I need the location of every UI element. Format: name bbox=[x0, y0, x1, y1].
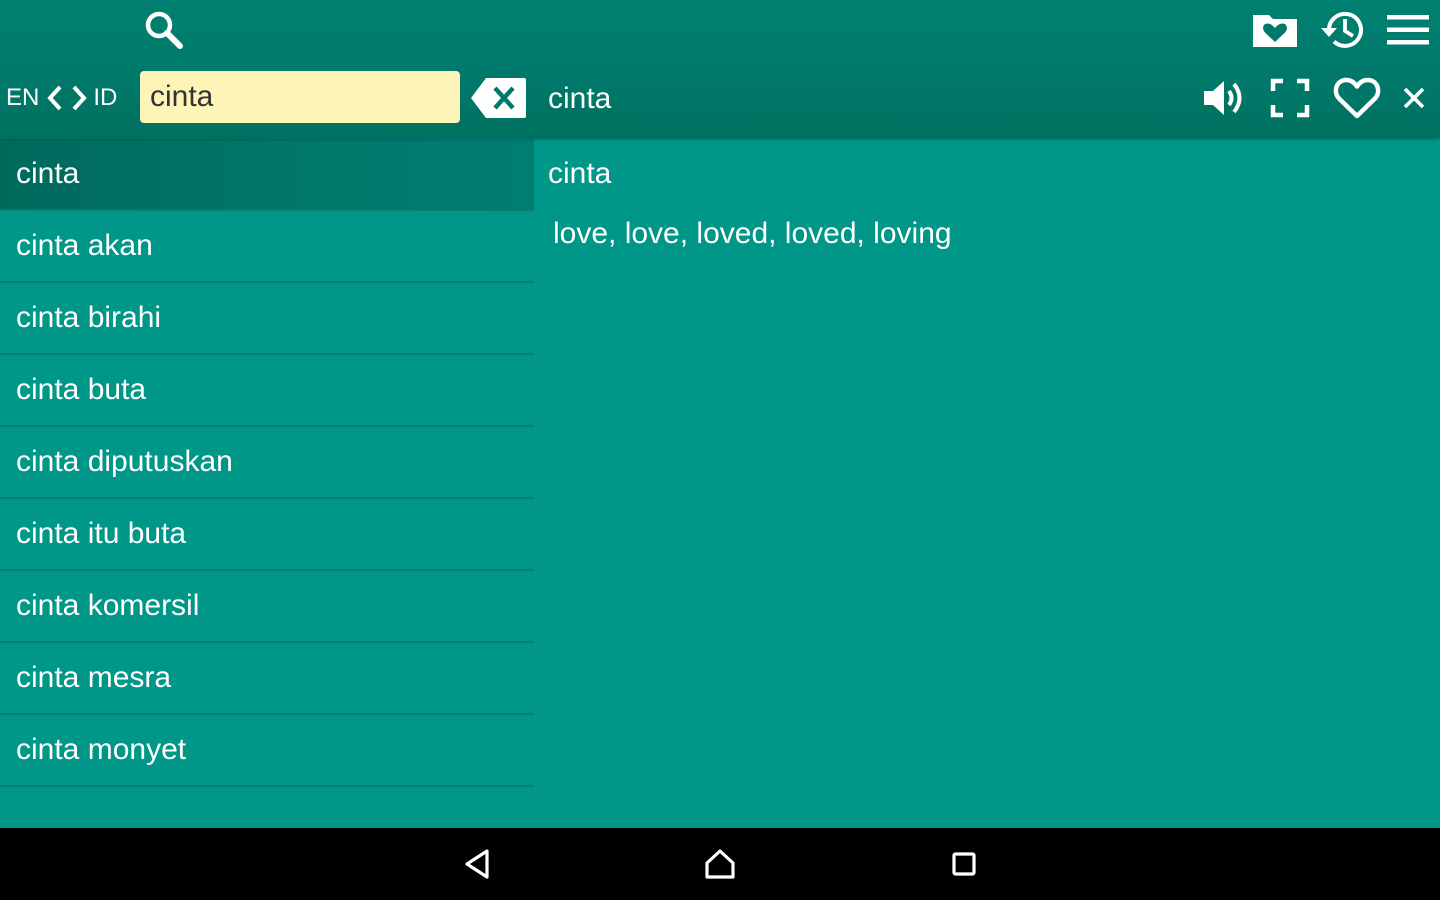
close-detail-button[interactable] bbox=[1396, 80, 1432, 116]
backspace-clear-icon bbox=[471, 78, 526, 118]
nav-recents-button[interactable] bbox=[942, 842, 986, 886]
list-item[interactable]: cinta buta bbox=[0, 355, 534, 427]
system-navigation-bar bbox=[0, 828, 1440, 900]
favorites-folder-icon bbox=[1253, 15, 1297, 47]
menu-button[interactable] bbox=[1382, 8, 1434, 52]
detail-translation: love, love, loved, loved, loving bbox=[553, 217, 952, 250]
clear-search-button[interactable] bbox=[470, 76, 528, 120]
recents-icon bbox=[952, 852, 976, 876]
search-icon bbox=[145, 11, 183, 49]
list-item[interactable]: cinta itu buta bbox=[0, 499, 534, 571]
add-favorite-button[interactable] bbox=[1330, 72, 1384, 124]
swap-arrows-icon bbox=[45, 83, 89, 113]
target-language: ID bbox=[93, 84, 118, 111]
detail-headword: cinta bbox=[548, 157, 612, 190]
back-icon bbox=[465, 849, 489, 879]
language-direction-toggle[interactable]: EN ID bbox=[6, 80, 117, 116]
nav-back-button[interactable] bbox=[456, 842, 500, 886]
list-item[interactable]: cinta komersil bbox=[0, 571, 534, 643]
word-suggestion-list: cinta cinta akan cinta birahi cinta buta… bbox=[0, 139, 534, 827]
history-button[interactable] bbox=[1314, 6, 1370, 54]
list-item[interactable]: cinta monyet bbox=[0, 715, 534, 787]
home-icon bbox=[705, 849, 735, 879]
pronounce-button[interactable] bbox=[1198, 74, 1250, 122]
speaker-icon bbox=[1204, 81, 1242, 115]
list-item[interactable]: cinta akan bbox=[0, 211, 534, 283]
list-item[interactable]: cinta mesra bbox=[0, 643, 534, 715]
source-language: EN bbox=[6, 84, 40, 111]
favorites-folder-button[interactable] bbox=[1248, 8, 1302, 52]
list-item[interactable]: cinta birahi bbox=[0, 283, 534, 355]
list-item[interactable]: cinta bbox=[0, 139, 534, 211]
current-word-title: cinta bbox=[548, 82, 612, 115]
search-button[interactable] bbox=[138, 6, 190, 54]
list-item[interactable]: cinta diputuskan bbox=[0, 427, 534, 499]
nav-home-button[interactable] bbox=[698, 842, 742, 886]
heart-outline-icon bbox=[1333, 77, 1381, 119]
search-input[interactable] bbox=[140, 71, 460, 123]
history-icon bbox=[1321, 11, 1363, 48]
menu-icon bbox=[1387, 15, 1429, 45]
translation-panel: cinta love, love, loved, loved, loving bbox=[534, 139, 1440, 827]
fullscreen-button[interactable] bbox=[1266, 74, 1314, 122]
fullscreen-icon bbox=[1270, 78, 1310, 118]
close-icon bbox=[1403, 87, 1425, 109]
top-toolbar: EN ID cinta bbox=[0, 0, 1440, 137]
